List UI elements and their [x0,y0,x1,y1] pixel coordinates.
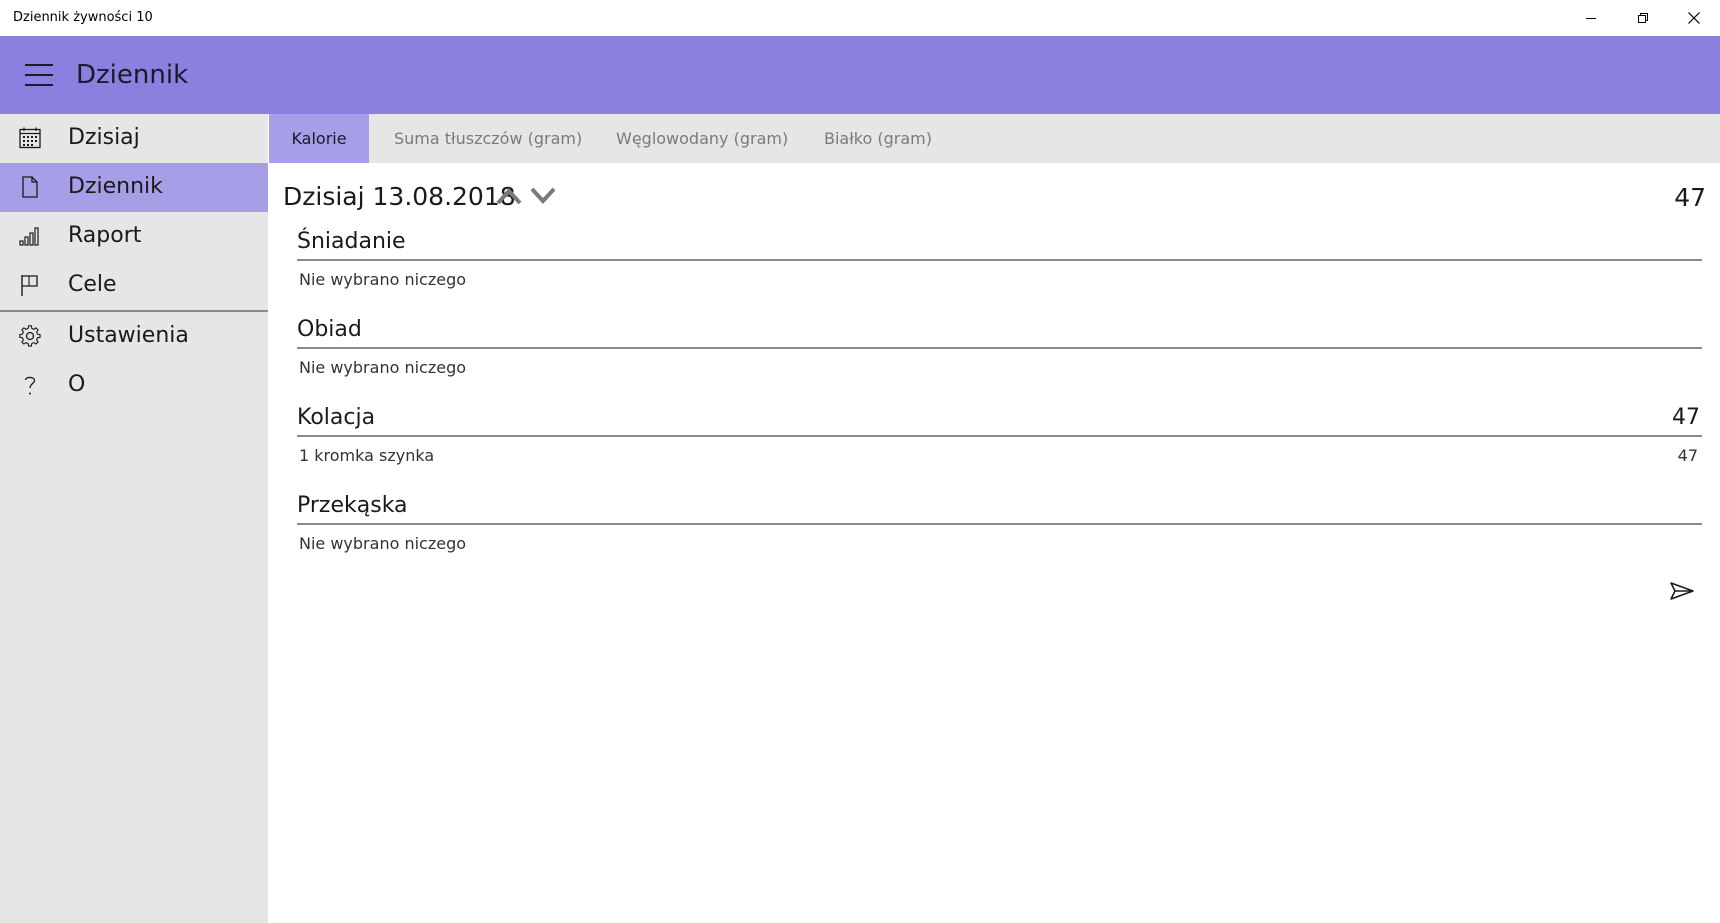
meal-header[interactable]: Przekąska [297,489,1702,525]
restore-icon [1638,13,1648,23]
chevron-up-icon[interactable] [495,183,523,209]
sidebar: Dzisiaj Dziennik Raport Cele Ustawienia [0,114,268,923]
sidebar-item-ustawienia[interactable]: Ustawienia [0,312,268,361]
list-item[interactable]: Nie wybrano niczego [297,349,1702,383]
sidebar-item-o[interactable]: O [0,361,268,410]
date-label: Dzisiaj 13.08.2018 [283,182,516,211]
meal-total: 47 [1672,405,1700,430]
meal-title: Obiad [297,317,362,342]
minimize-icon [1586,18,1596,19]
hamburger-icon [25,64,53,86]
meal-section-sniadanie: Śniadanie Nie wybrano niczego [297,225,1702,295]
meal-title: Śniadanie [297,229,406,254]
sidebar-item-label: Dziennik [68,174,163,199]
tab-weglowodany[interactable]: Węglowodany (gram) [616,114,788,163]
chevron-down-icon[interactable] [529,183,557,209]
journal-content: Dzisiaj 13.08.2018 47 Śniadanie Nie wybr… [269,163,1720,923]
restore-button[interactable] [1620,0,1666,36]
list-item[interactable]: Nie wybrano niczego [297,525,1702,559]
day-total: 47 [1674,183,1706,212]
meal-header[interactable]: Kolacja 47 [297,401,1702,437]
meal-title: Kolacja [297,405,376,430]
calendar-icon [19,127,41,149]
document-icon [22,176,38,198]
question-icon [24,376,36,395]
meal-section-kolacja: Kolacja 47 1 kromka szynka 47 [297,401,1702,471]
list-item[interactable]: 1 kromka szynka 47 [297,437,1702,471]
meal-section-przekaska: Przekąska Nie wybrano niczego [297,489,1702,559]
page-title: Dziennik [76,60,189,90]
list-item[interactable]: Nie wybrano niczego [297,261,1702,295]
flag-icon [21,275,38,296]
tab-bialko[interactable]: Białko (gram) [824,114,932,163]
meal-item-label: Nie wybrano niczego [299,534,467,553]
sidebar-item-label: Cele [68,272,117,297]
sidebar-item-dzisiaj[interactable]: Dzisiaj [0,114,268,163]
sidebar-item-cele[interactable]: Cele [0,261,268,310]
minimize-button[interactable] [1568,0,1614,36]
meal-title: Przekąska [297,493,408,518]
meal-item-label: 1 kromka szynka [299,446,435,465]
title-bar: Dziennik żywności 10 [0,0,1720,36]
menu-button[interactable] [24,62,54,88]
tab-bar: Kalorie Suma tłuszczów (gram) Węglowodan… [269,114,1720,163]
tab-kalorie[interactable]: Kalorie [269,114,369,163]
close-button[interactable] [1671,0,1717,36]
close-icon [1688,12,1700,24]
sidebar-item-dziennik[interactable]: Dziennik [0,163,268,212]
meal-header[interactable]: Obiad [297,313,1702,349]
gear-icon [19,325,41,347]
bar-chart-icon [19,227,39,246]
meal-section-obiad: Obiad Nie wybrano niczego [297,313,1702,383]
sidebar-item-label: Ustawienia [68,323,189,348]
meal-item-value: 47 [1677,446,1698,465]
send-icon[interactable] [1669,579,1695,603]
window-title: Dziennik żywności 10 [13,10,153,25]
app-header: Dziennik [0,36,1720,114]
meal-header[interactable]: Śniadanie [297,225,1702,261]
sidebar-item-label: Raport [68,223,142,248]
sidebar-item-label: O [68,372,86,397]
tab-suma-tluszczow[interactable]: Suma tłuszczów (gram) [394,114,582,163]
sidebar-item-raport[interactable]: Raport [0,212,268,261]
sidebar-item-label: Dzisiaj [68,125,140,150]
meal-item-label: Nie wybrano niczego [299,358,467,377]
meal-item-label: Nie wybrano niczego [299,270,467,289]
